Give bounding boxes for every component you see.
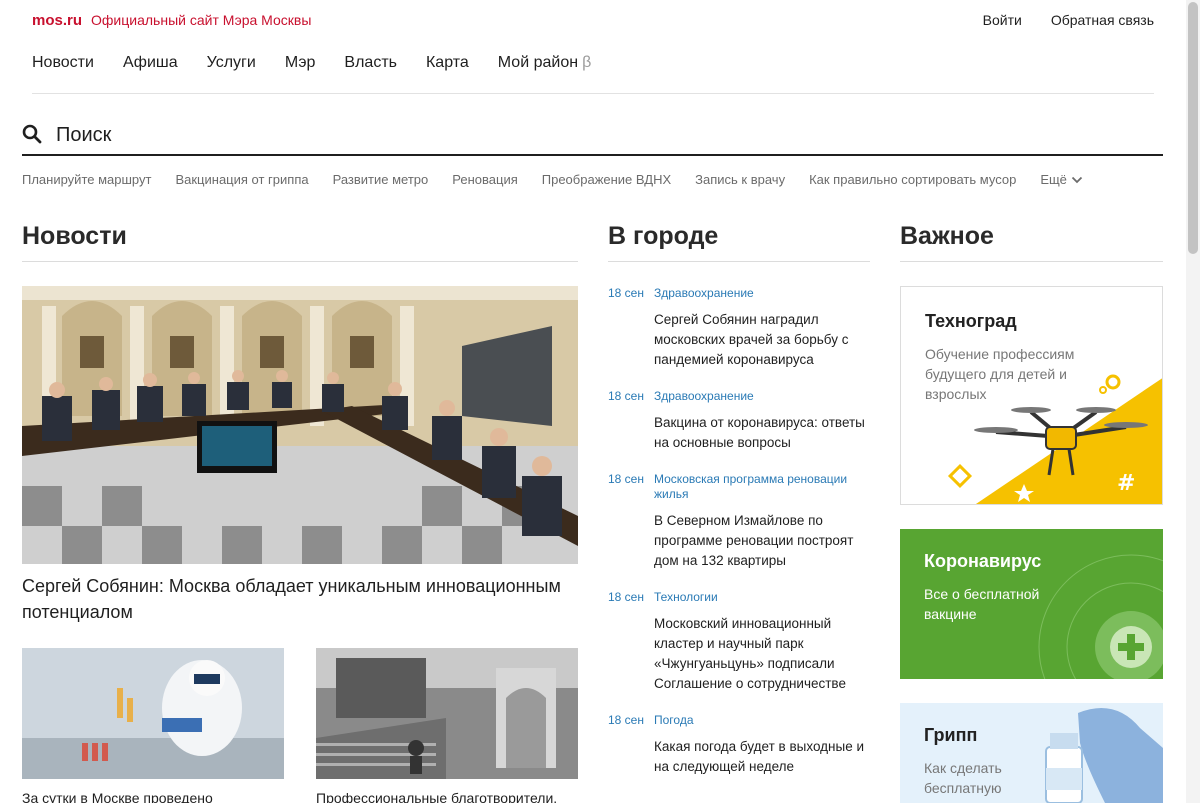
main-news-photo[interactable] — [22, 286, 578, 564]
feed-headline[interactable]: Вакцина от коронавируса: ответы на основ… — [654, 413, 870, 453]
nav-government[interactable]: Власть — [344, 54, 397, 72]
flu-subtitle: Как сделать бесплатную — [924, 760, 1002, 796]
nav-news[interactable]: Новости — [32, 54, 94, 72]
important-divider — [900, 261, 1163, 262]
search-input[interactable] — [56, 123, 956, 147]
feed-date: 18 сен — [608, 590, 644, 604]
more-label: Ещё — [1040, 172, 1067, 187]
feed-category[interactable]: Московская программа реновации жилья — [654, 472, 870, 502]
quick-links-more[interactable]: Ещё — [1040, 172, 1083, 187]
top-bar: mos.ru Официальный сайт Мэра Москвы Войт… — [32, 10, 1154, 30]
login-link[interactable]: Войти — [983, 12, 1022, 28]
feed-category[interactable]: Здравоохранение — [654, 389, 870, 404]
quick-link-waste[interactable]: Как правильно сортировать мусор — [809, 172, 1016, 187]
flu-title[interactable]: Грипп — [924, 725, 977, 746]
search-bar — [22, 118, 1163, 156]
nav-divider — [32, 93, 1154, 94]
feed-headline[interactable]: Московский инновационный кластер и научн… — [654, 614, 870, 694]
city-feed-item[interactable]: 18 сен Здравоохранение Сергей Собянин наг… — [608, 286, 870, 370]
quick-link-renovation[interactable]: Реновация — [452, 172, 517, 187]
feed-headline[interactable]: Какая погода будет в выходные и на следу… — [654, 737, 870, 777]
nav-afisha[interactable]: Афиша — [123, 54, 178, 72]
news-photo-lab[interactable] — [22, 648, 284, 779]
feed-date: 18 сен — [608, 472, 644, 486]
news-divider — [22, 261, 578, 262]
city-section-title[interactable]: В городе — [608, 222, 718, 251]
scrollbar-thumb[interactable] — [1188, 2, 1198, 254]
svg-text:#: # — [1117, 471, 1135, 496]
beta-badge: β — [582, 54, 592, 71]
news-photo-archive[interactable] — [316, 648, 578, 779]
flu-card[interactable]: Грипп Как сделать бесплатную — [900, 703, 1163, 803]
top-actions: Войти Обратная связь — [983, 12, 1154, 28]
news-section-title[interactable]: Новости — [22, 222, 127, 251]
quick-link-flu[interactable]: Вакцинация от гриппа — [175, 172, 308, 187]
feed-category[interactable]: Технологии — [654, 590, 870, 605]
city-feed-item[interactable]: 18 сен Московская программа реновации жил… — [608, 472, 870, 571]
feed-date: 18 сен — [608, 389, 644, 403]
site-slogan[interactable]: Официальный сайт Мэра Москвы — [91, 12, 311, 28]
news-title-archive[interactable]: Профессиональные благотворители. — [316, 789, 578, 803]
main-nav: Новости Афиша Услуги Мэр Власть Карта Мо… — [32, 54, 591, 72]
important-section-title: Важное — [900, 222, 994, 250]
quick-link-route[interactable]: Планируйте маршрут — [22, 172, 151, 187]
technograd-card[interactable]: # Техноград Обучение профессиям будущего… — [900, 286, 1163, 505]
coronavirus-subtitle: Все о бесплатной вакцине — [924, 586, 1040, 622]
quick-link-metro[interactable]: Развитие метро — [333, 172, 429, 187]
search-icon[interactable] — [22, 124, 42, 144]
quick-link-vdnh[interactable]: Преображение ВДНХ — [542, 172, 671, 187]
city-feed-item[interactable]: 18 сен Погода Какая погода будет в выходн… — [608, 713, 870, 777]
feed-headline[interactable]: Сергей Собянин наградил московских враче… — [654, 310, 870, 370]
nav-my-district-label: Мой район — [497, 54, 579, 71]
nav-mayor[interactable]: Мэр — [285, 54, 316, 72]
feedback-link[interactable]: Обратная связь — [1051, 12, 1154, 28]
quick-links: Планируйте маршрут Вакцинация от гриппа … — [22, 172, 1083, 187]
nav-services[interactable]: Услуги — [207, 54, 256, 72]
technograd-title[interactable]: Техноград — [925, 311, 1017, 332]
city-divider — [608, 261, 870, 262]
quick-link-doctor[interactable]: Запись к врачу — [695, 172, 785, 187]
feed-date: 18 сен — [608, 286, 644, 300]
coronavirus-card[interactable]: Коронавирус Все о бесплатной вакцине — [900, 529, 1163, 679]
site-logo[interactable]: mos.ru — [32, 12, 82, 29]
coronavirus-title[interactable]: Коронавирус — [924, 551, 1041, 572]
city-feed-item[interactable]: 18 сен Здравоохранение Вакцина от коронав… — [608, 389, 870, 453]
feed-headline[interactable]: В Северном Измайлове по программе ренова… — [654, 511, 870, 571]
feed-category[interactable]: Здравоохранение — [654, 286, 870, 301]
main-news-title[interactable]: Сергей Собянин: Москва обладает уникальн… — [22, 573, 578, 625]
nav-my-district[interactable]: Мой район β — [498, 54, 591, 72]
feed-category[interactable]: Погода — [654, 713, 870, 728]
technograd-subtitle: Обучение профессиям будущего для детей и… — [925, 346, 1075, 402]
feed-date: 18 сен — [608, 713, 644, 727]
city-feed-item[interactable]: 18 сен Технологии Московский инновационны… — [608, 590, 870, 694]
news-title-lab[interactable]: За сутки в Москве проведено — [22, 789, 284, 803]
nav-map[interactable]: Карта — [426, 54, 469, 72]
chevron-down-icon — [1071, 176, 1083, 183]
